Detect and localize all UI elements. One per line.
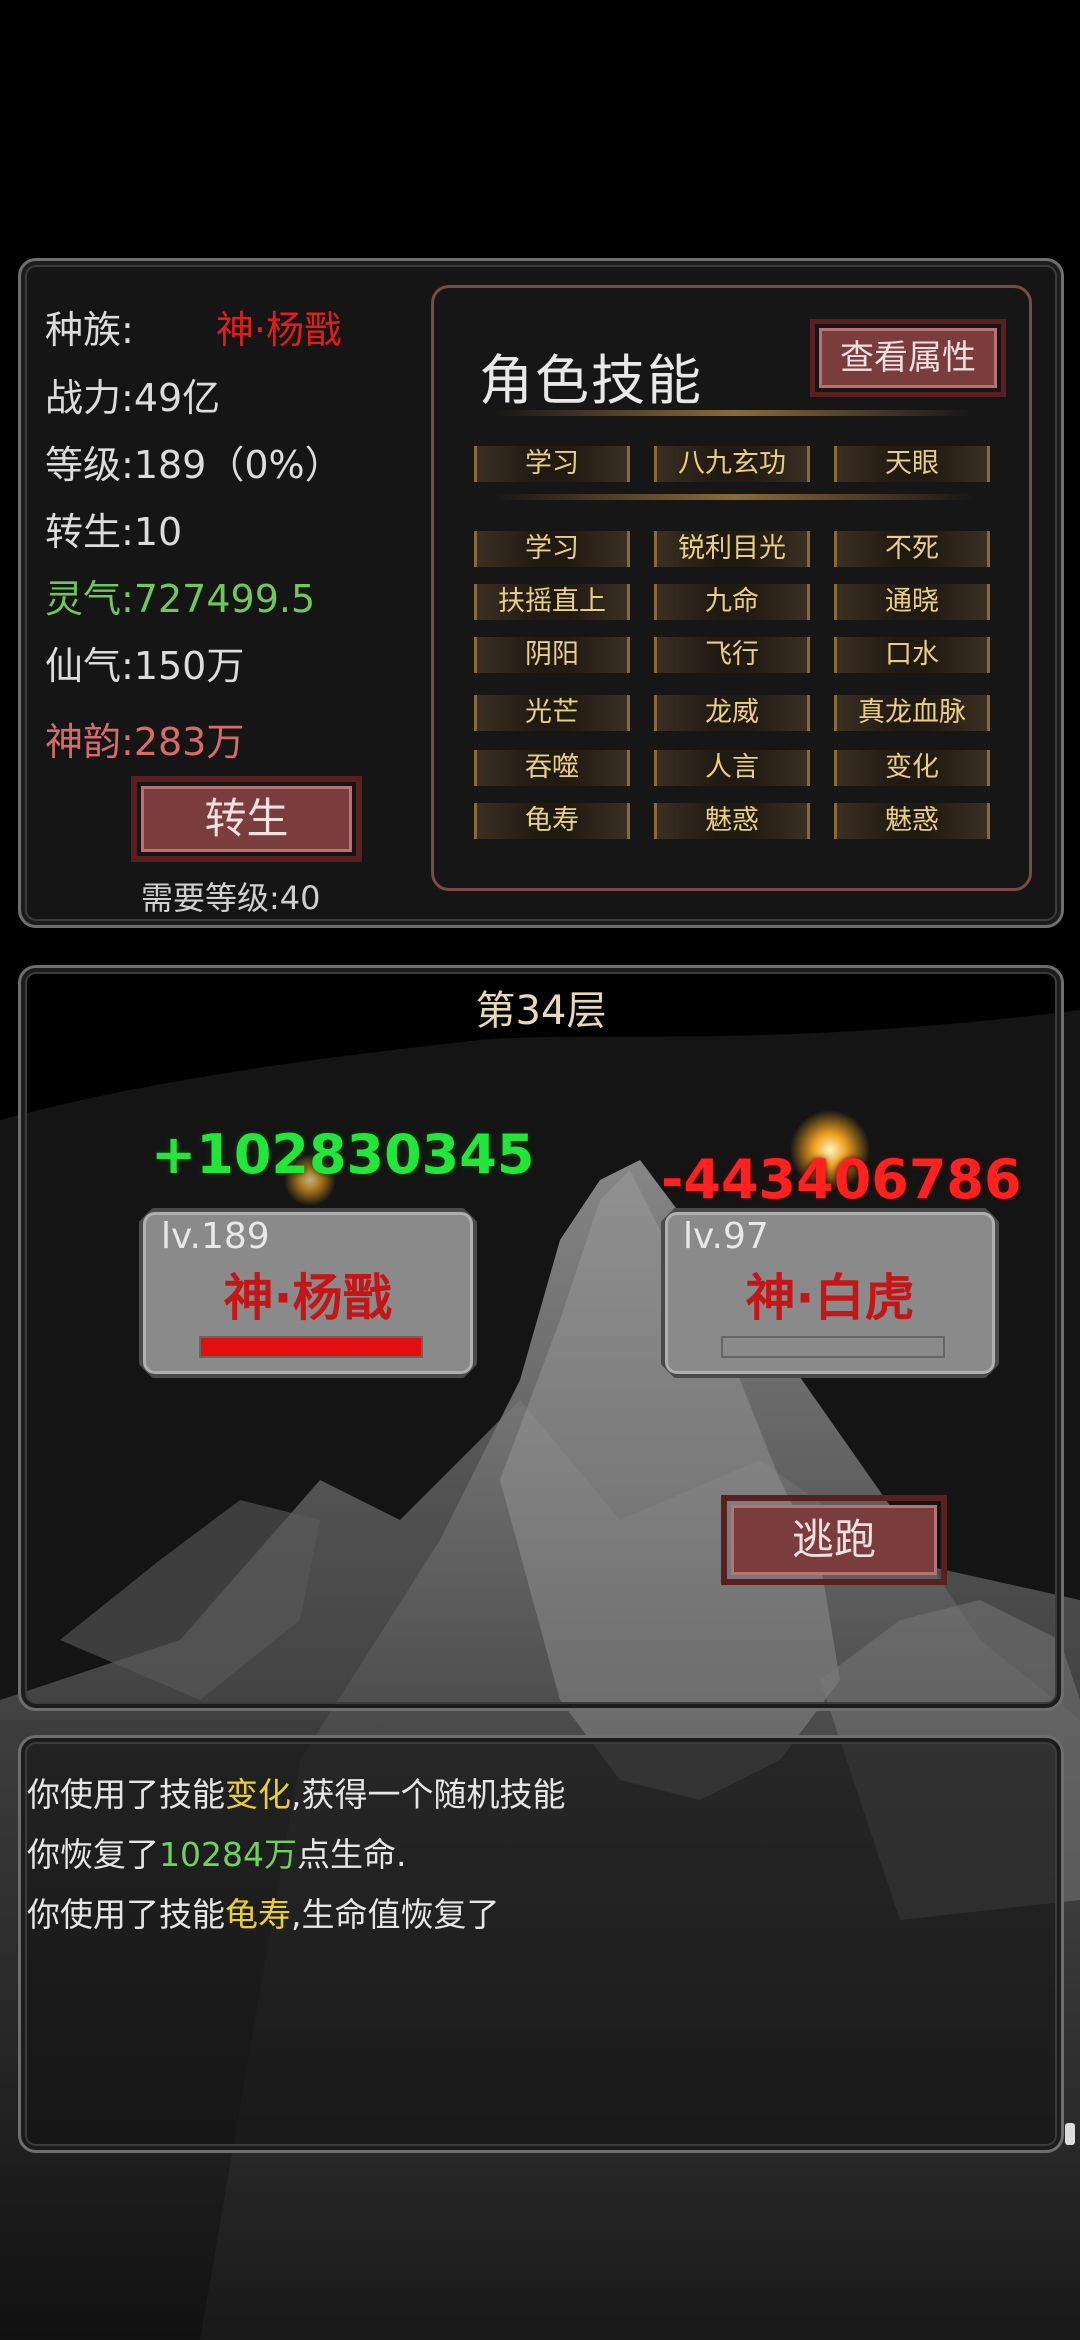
race-row: 种族: 神·杨戬 — [45, 299, 342, 354]
skill-item[interactable]: 口水 — [834, 637, 990, 673]
skill-item[interactable]: 阴阳 — [474, 637, 630, 673]
player-card: lv.189 神·杨戬 — [139, 1208, 477, 1378]
log-text: 点生命. — [296, 1835, 407, 1874]
log-text: 你恢复了 — [27, 1835, 159, 1874]
skill-item[interactable]: 八九玄功 — [654, 446, 810, 482]
skills-divider-top — [494, 410, 974, 416]
log-highlight: 10284万 — [159, 1835, 297, 1874]
xianqi-row: 仙气:150万 — [45, 635, 244, 690]
player-hp-fill — [201, 1338, 421, 1356]
skill-item[interactable]: 不死 — [834, 531, 990, 567]
enemy-card: lv.97 神·白虎 — [661, 1208, 999, 1378]
log-text: 你使用了技能 — [27, 1775, 225, 1814]
log-scrollbar[interactable] — [1065, 2123, 1075, 2145]
rebirth-label: 转生: — [45, 510, 134, 554]
skill-item[interactable]: 天眼 — [834, 446, 990, 482]
power-row: 战力:49亿 — [45, 367, 220, 422]
flee-button[interactable]: 逃跑 — [721, 1495, 947, 1585]
level-label: 等级: — [45, 443, 134, 487]
rebirth-requirement: 需要等级:40 — [141, 879, 321, 917]
skills-panel: 角色技能 查看属性 学习 八九玄功 天眼 学习 锐利目光 不死 扶摇直上 九命 … — [431, 285, 1032, 891]
shenyun-label: 神韵: — [45, 720, 134, 764]
skill-item[interactable]: 真龙血脉 — [834, 695, 990, 731]
skill-item[interactable]: 龟寿 — [474, 803, 630, 839]
log-line: 你使用了技能变化,获得一个随机技能 — [27, 1768, 566, 1816]
log-text: 你使用了技能 — [27, 1895, 225, 1934]
log-highlight: 龟寿 — [225, 1895, 291, 1934]
level-value: 189（0%） — [133, 443, 343, 487]
skill-item[interactable]: 光芒 — [474, 695, 630, 731]
skill-item[interactable]: 九命 — [654, 584, 810, 620]
power-label: 战力: — [45, 376, 134, 420]
log-line: 你恢复了10284万点生命. — [27, 1828, 406, 1876]
character-panel: 种族: 神·杨戬 战力:49亿 等级:189（0%） 转生:10 灵气:7274… — [18, 258, 1064, 928]
skill-item[interactable]: 龙威 — [654, 695, 810, 731]
enemy-level: lv.97 — [683, 1216, 769, 1257]
skills-divider-mid — [494, 494, 974, 500]
power-value: 49亿 — [133, 376, 221, 420]
shenyun-row: 神韵:283万 — [45, 711, 244, 766]
skill-item[interactable]: 学习 — [474, 446, 630, 482]
skills-title: 角色技能 — [479, 349, 703, 412]
xianqi-label: 仙气: — [45, 644, 134, 688]
skill-item[interactable]: 吞噬 — [474, 750, 630, 786]
skill-item[interactable]: 锐利目光 — [654, 531, 810, 567]
view-attributes-button[interactable]: 查看属性 — [810, 319, 1006, 397]
skill-item[interactable]: 人言 — [654, 750, 810, 786]
enemy-damage-text: -443406786 — [661, 1148, 1022, 1211]
player-name: 神·杨戬 — [223, 1269, 393, 1327]
log-text: ,生命值恢复了 — [291, 1895, 500, 1934]
skill-item[interactable]: 飞行 — [654, 637, 810, 673]
shenyun-value: 283万 — [133, 720, 245, 764]
skill-item[interactable]: 变化 — [834, 750, 990, 786]
player-level: lv.189 — [161, 1216, 270, 1257]
lingqi-label: 灵气: — [45, 577, 134, 621]
battle-log-panel: 你使用了技能变化,获得一个随机技能 你恢复了10284万点生命. 你使用了技能龟… — [18, 1735, 1075, 2153]
battle-panel: 第34层 +102830345 -443406786 lv.189 神·杨戬 l… — [18, 965, 1064, 1711]
log-highlight: 变化 — [225, 1775, 291, 1814]
skill-item[interactable]: 扶摇直上 — [474, 584, 630, 620]
player-hp-bar — [199, 1336, 423, 1358]
log-line: 你使用了技能龟寿,生命值恢复了 — [27, 1888, 500, 1936]
race-value: 神·杨戬 — [215, 308, 342, 352]
skill-item[interactable]: 学习 — [474, 531, 630, 567]
xianqi-value: 150万 — [133, 644, 245, 688]
floor-label: 第34层 — [475, 988, 607, 1034]
level-row: 等级:189（0%） — [45, 434, 343, 489]
rebirth-value: 10 — [133, 510, 183, 554]
rebirth-row: 转生:10 — [45, 501, 182, 556]
skill-item[interactable]: 通晓 — [834, 584, 990, 620]
race-label: 种族: — [45, 308, 134, 352]
log-text: ,获得一个随机技能 — [291, 1775, 566, 1814]
player-heal-text: +102830345 — [151, 1123, 535, 1186]
enemy-name: 神·白虎 — [745, 1269, 915, 1327]
enemy-hp-bar — [721, 1336, 945, 1358]
lingqi-row: 灵气:727499.5 — [45, 568, 315, 623]
skill-item[interactable]: 魅惑 — [834, 803, 990, 839]
skill-item[interactable]: 魅惑 — [654, 803, 810, 839]
lingqi-value: 727499.5 — [133, 577, 316, 621]
rebirth-button[interactable]: 转生 — [131, 776, 362, 862]
